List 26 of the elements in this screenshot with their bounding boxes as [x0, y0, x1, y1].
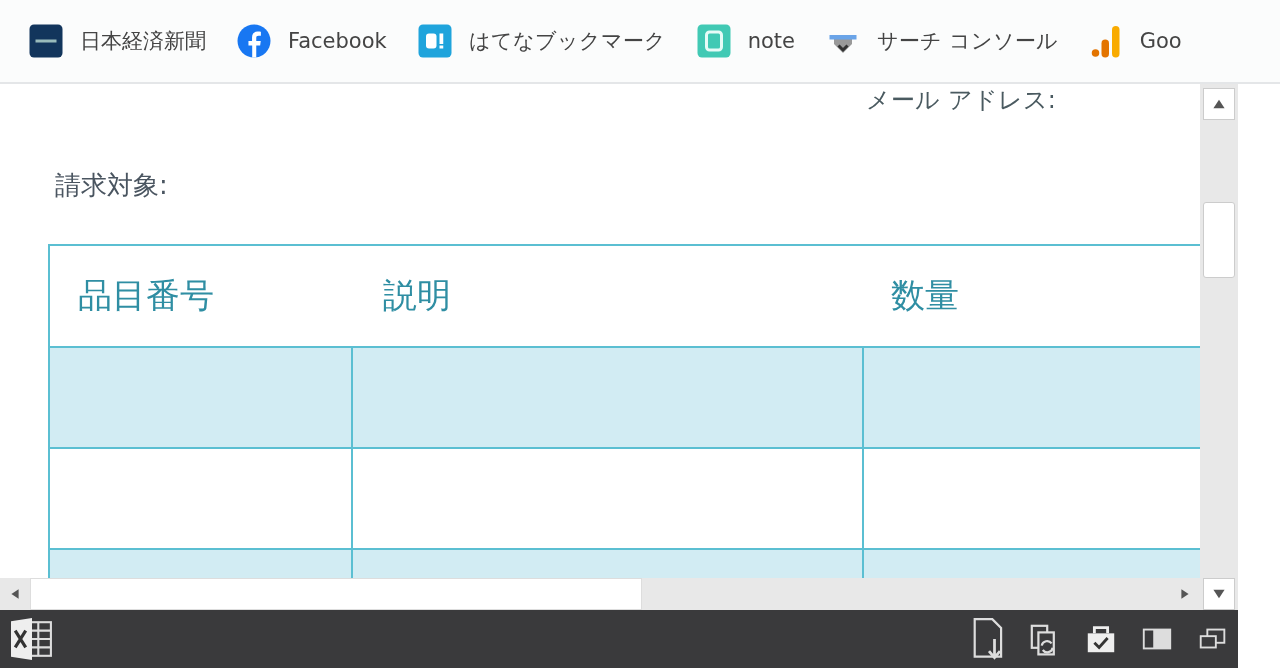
table-cell[interactable] [353, 449, 864, 550]
column-header: 品目番号 [77, 274, 215, 317]
column-header: 数量 [890, 274, 959, 317]
table-cell[interactable] [50, 348, 353, 449]
scrollbar-thumb[interactable] [1203, 202, 1235, 278]
bookmark-link[interactable]: はてなブックマーク [416, 23, 666, 59]
table-cell[interactable] [50, 449, 353, 550]
newspaper-logo-icon [28, 23, 64, 59]
table-cell[interactable] [353, 348, 864, 449]
facebook-logo-icon [236, 23, 272, 59]
email-label: メール アドレス: [866, 85, 1056, 116]
bookmark-logo-icon [416, 23, 453, 59]
horizontal-scrollbar[interactable] [0, 578, 1200, 610]
bookmark-link[interactable]: note [695, 23, 795, 59]
bookmark-link[interactable]: Facebook [236, 23, 387, 59]
bookmark-link[interactable]: サーチ コンソール [825, 23, 1058, 59]
scroll-up-button[interactable] [1203, 88, 1235, 120]
vertical-scrollbar[interactable] [1200, 84, 1238, 610]
table-cell[interactable] [864, 348, 1200, 449]
scroll-down-button[interactable] [1203, 578, 1235, 610]
bookmark-link[interactable]: Goo [1087, 23, 1182, 59]
note-logo-icon [695, 23, 732, 59]
bill-to-label: 請求対象: [55, 169, 168, 202]
scrollbar-thumb[interactable] [30, 578, 642, 610]
column-header: 説明 [382, 274, 452, 317]
bookmark-link[interactable]: 日本経済新聞 [28, 23, 206, 59]
